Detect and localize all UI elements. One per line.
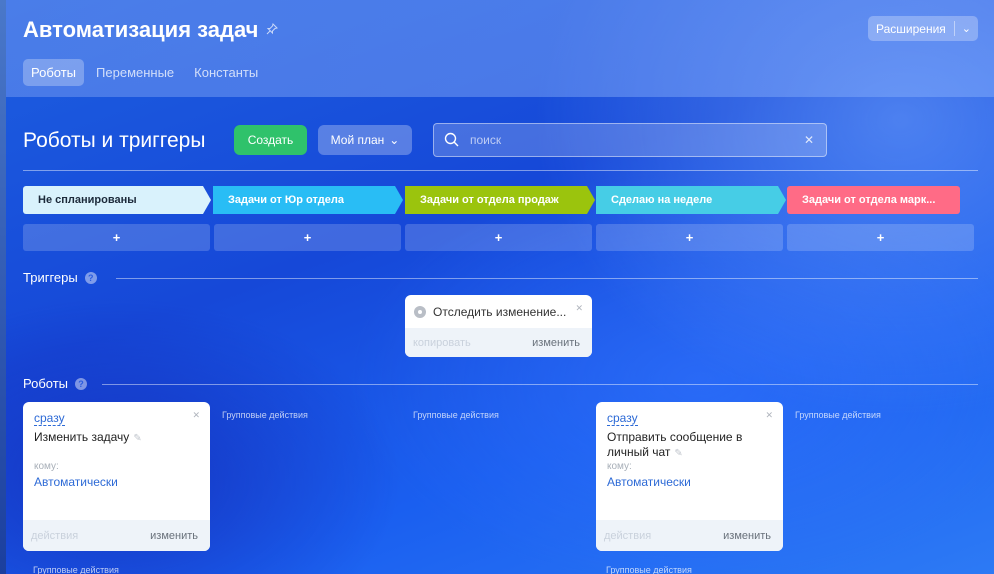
stage-label: Задачи от отдела продаж	[420, 194, 559, 206]
edit-link[interactable]: изменить	[532, 337, 580, 349]
page-header: Автоматизация задач Роботы Переменные Ко…	[6, 0, 994, 97]
triggers-header: Триггеры ?	[23, 270, 97, 285]
group-actions-link[interactable]: Групповые действия	[606, 565, 692, 574]
stage-not-planned[interactable]: Не спланированы	[23, 186, 211, 214]
close-icon[interactable]: ✕	[765, 410, 773, 421]
trigger-status-icon	[414, 305, 426, 318]
extensions-label: Расширения	[875, 21, 946, 36]
clear-search-icon[interactable]: ✕	[804, 133, 814, 147]
stage-label: Сделаю на неделе	[611, 194, 713, 206]
add-robot-button[interactable]: +	[596, 224, 783, 251]
search-box: ✕	[433, 123, 827, 157]
group-actions-link[interactable]: Групповые действия	[795, 410, 881, 420]
stage-label: Задачи от отдела марк...	[802, 194, 936, 206]
edit-link[interactable]: изменить	[723, 530, 771, 542]
extensions-button[interactable]: Расширения ⌄	[867, 16, 978, 41]
robots-title: Роботы	[23, 376, 69, 391]
add-robot-button[interactable]: +	[23, 224, 210, 251]
robot-card[interactable]: сразу ✕ Изменить задачу ✎ кому: Автоматич…	[23, 402, 210, 551]
stage-label: Задачи от Юр отдела	[228, 194, 344, 206]
help-icon[interactable]: ?	[84, 271, 97, 284]
robots-header: Роботы ?	[23, 376, 88, 391]
robot-card-footer: действия изменить	[23, 520, 210, 551]
stage-sales[interactable]: Задачи от отдела продаж	[405, 186, 595, 214]
add-robot-button[interactable]: +	[405, 224, 592, 251]
pencil-icon[interactable]: ✎	[133, 433, 141, 444]
triggers-title: Триггеры	[23, 270, 78, 285]
trigger-card-body: Отследить изменение...	[405, 295, 592, 328]
trigger-title: Отследить изменение...	[433, 304, 567, 319]
section-title: Роботы и триггеры	[23, 129, 206, 152]
chevron-down-icon[interactable]: ⌄	[955, 22, 978, 35]
page-title: Автоматизация задач	[23, 17, 279, 43]
trigger-card[interactable]: Отследить изменение... ✕ копировать изме…	[405, 295, 592, 357]
add-robot-button[interactable]: +	[214, 224, 401, 251]
stage-label: Не спланированы	[38, 194, 137, 206]
stage-legal[interactable]: Задачи от Юр отдела	[213, 186, 403, 214]
group-actions-link[interactable]: Групповые действия	[33, 565, 119, 574]
copy-link[interactable]: копировать	[413, 337, 471, 349]
robot-recipient-value[interactable]: Автоматически	[34, 475, 118, 489]
tab-constants[interactable]: Константы	[186, 59, 266, 86]
page-title-text: Автоматизация задач	[23, 17, 259, 42]
robot-name: Изменить задачу ✎	[34, 430, 194, 446]
robot-recipient-label: кому:	[607, 461, 632, 472]
help-icon[interactable]: ?	[75, 377, 88, 390]
robot-delay-link[interactable]: сразу	[607, 411, 638, 426]
robot-recipient-value[interactable]: Автоматически	[607, 475, 691, 489]
my-plan-button[interactable]: Мой план ⌄	[318, 125, 412, 155]
actions-link[interactable]: действия	[31, 530, 78, 542]
add-robot-button[interactable]: +	[787, 224, 974, 251]
robot-name: Отправить сообщение в личный чат ✎	[607, 430, 767, 461]
chevron-down-icon: ⌄	[389, 133, 400, 147]
edit-link[interactable]: изменить	[150, 530, 198, 542]
stage-marketing[interactable]: Задачи от отдела марк...	[787, 186, 960, 214]
robot-recipient-label: кому:	[34, 461, 59, 472]
create-button[interactable]: Создать	[234, 125, 307, 155]
robot-card-footer: действия изменить	[596, 520, 783, 551]
divider	[102, 384, 978, 385]
trigger-card-footer: копировать изменить	[405, 328, 592, 357]
tab-variables[interactable]: Переменные	[88, 59, 182, 86]
search-input[interactable]	[470, 133, 804, 147]
close-icon[interactable]: ✕	[575, 303, 583, 314]
stages-bar: Не спланированы Задачи от Юр отдела Зада…	[23, 186, 974, 214]
pencil-icon[interactable]: ✎	[674, 448, 682, 459]
stage-this-week[interactable]: Сделаю на неделе	[596, 186, 786, 214]
robot-card[interactable]: сразу ✕ Отправить сообщение в личный чат…	[596, 402, 783, 551]
robot-name-text: Изменить задачу	[34, 430, 130, 444]
my-plan-label: Мой план	[330, 133, 385, 147]
divider	[116, 278, 978, 279]
actions-link[interactable]: действия	[604, 530, 651, 542]
group-actions-link[interactable]: Групповые действия	[413, 410, 499, 420]
pin-icon[interactable]	[266, 22, 279, 38]
divider	[23, 170, 978, 171]
add-robot-row: + + + + +	[23, 224, 974, 251]
search-icon	[444, 132, 459, 147]
robot-delay-link[interactable]: сразу	[34, 411, 65, 426]
tab-robots[interactable]: Роботы	[23, 59, 85, 86]
group-actions-link[interactable]: Групповые действия	[222, 410, 308, 420]
tab-bar: Роботы Переменные Константы	[23, 59, 266, 86]
close-icon[interactable]: ✕	[192, 410, 200, 421]
